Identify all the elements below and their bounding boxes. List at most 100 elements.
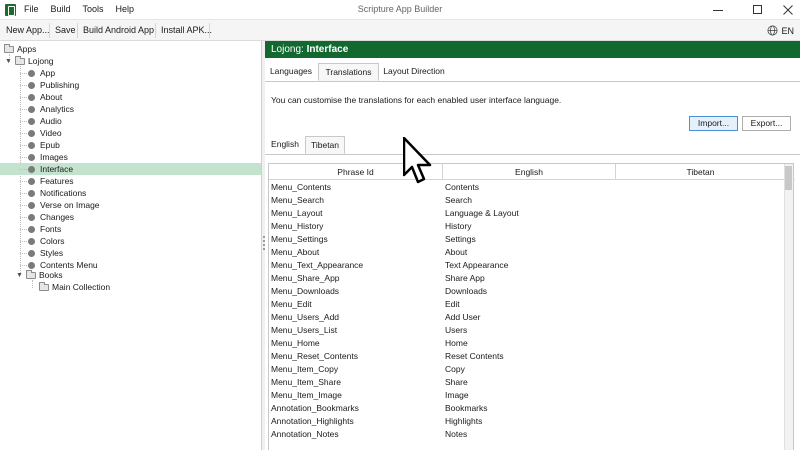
tibetan-cell[interactable]	[616, 389, 618, 402]
table-row[interactable]: Menu_Item_Share Share	[269, 376, 785, 389]
tree-item-main-collection[interactable]: Main Collection	[0, 281, 261, 293]
table-row[interactable]: Menu_Home Home	[269, 337, 785, 350]
english-cell: Search	[445, 195, 472, 205]
tree-item-changes[interactable]: Changes	[0, 211, 261, 223]
tree-item-colors[interactable]: Colors	[0, 235, 261, 247]
menu-build[interactable]: Build	[51, 4, 71, 14]
tibetan-cell[interactable]	[616, 376, 618, 389]
tree-item-publishing[interactable]: Publishing	[0, 79, 261, 91]
collapse-icon[interactable]: ▼	[5, 58, 12, 65]
table-row[interactable]: Menu_Item_Copy Copy	[269, 363, 785, 376]
table-row[interactable]: Menu_Users_Add Add User	[269, 311, 785, 324]
menu-file[interactable]: File	[24, 4, 39, 14]
tree-item-verse-on-image[interactable]: Verse on Image	[0, 199, 261, 211]
tab-tibetan[interactable]: Tibetan	[305, 136, 345, 154]
export-button[interactable]: Export...	[742, 116, 791, 131]
table-row[interactable]: Menu_Settings Settings	[269, 233, 785, 246]
tree-item-epub[interactable]: Epub	[0, 139, 261, 151]
close-button[interactable]	[773, 0, 800, 20]
import-button[interactable]: Import...	[689, 116, 738, 131]
tab-english[interactable]: English	[268, 136, 302, 154]
tibetan-cell[interactable]	[616, 259, 618, 272]
table-row[interactable]: Menu_Downloads Downloads	[269, 285, 785, 298]
node-bullet-icon	[28, 129, 35, 137]
tree-item-images[interactable]: Images	[0, 151, 261, 163]
table-row[interactable]: Menu_About About	[269, 246, 785, 259]
menu-help[interactable]: Help	[116, 4, 135, 14]
vertical-scrollbar[interactable]	[784, 164, 793, 450]
save-button[interactable]: Save	[53, 23, 78, 38]
tibetan-cell[interactable]	[616, 233, 618, 246]
tibetan-cell[interactable]	[616, 181, 618, 194]
tree-item-lojong[interactable]: ▼ Lojong	[0, 55, 261, 67]
tree-guide	[20, 145, 27, 146]
tree-item-audio[interactable]: Audio	[0, 115, 261, 127]
english-cell: Copy	[445, 364, 465, 374]
menu-tools[interactable]: Tools	[83, 4, 104, 14]
tree-item-apps[interactable]: Apps	[0, 43, 261, 55]
english-cell: Share App	[445, 273, 485, 283]
table-row[interactable]: Menu_Search Search	[269, 194, 785, 207]
minimize-button[interactable]	[703, 0, 733, 20]
node-bullet-icon	[28, 237, 35, 245]
tibetan-cell[interactable]	[616, 350, 618, 363]
new-app-button[interactable]: New App...	[4, 23, 52, 38]
tibetan-cell[interactable]	[616, 246, 618, 259]
tab-layout-direction[interactable]: Layout Direction	[379, 63, 449, 81]
page-title-app: Lojong:	[271, 44, 304, 55]
column-header-english[interactable]: English	[443, 164, 616, 180]
main-panel: Lojong: Interface Languages Translations…	[265, 41, 800, 450]
tree-item-features[interactable]: Features	[0, 175, 261, 187]
table-row[interactable]: Menu_Text_Appearance Text Appearance	[269, 259, 785, 272]
table-row[interactable]: Menu_Edit Edit	[269, 298, 785, 311]
tibetan-cell[interactable]	[616, 324, 618, 337]
tree-item-books[interactable]: ▼ Books	[0, 269, 261, 281]
table-row[interactable]: Menu_Users_List Users	[269, 324, 785, 337]
tibetan-cell[interactable]	[616, 428, 618, 441]
phrase-id-cell: Menu_Search	[271, 195, 324, 205]
table-row[interactable]: Annotation_Notes Notes	[269, 428, 785, 441]
tab-translations[interactable]: Translations	[318, 63, 379, 81]
phrase-id-cell: Menu_Text_Appearance	[271, 260, 364, 270]
tree-label: Books	[39, 270, 63, 280]
collapse-icon[interactable]: ▼	[16, 272, 23, 279]
tibetan-cell[interactable]	[616, 311, 618, 324]
table-row[interactable]: Menu_Layout Language & Layout	[269, 207, 785, 220]
language-button[interactable]: EN	[767, 23, 794, 38]
english-cell: Users	[445, 325, 468, 335]
tree-item-analytics[interactable]: Analytics	[0, 103, 261, 115]
tree-item-styles[interactable]: Styles	[0, 247, 261, 259]
tibetan-cell[interactable]	[616, 285, 618, 298]
tree-item-app[interactable]: App	[0, 67, 261, 79]
tree-item-fonts[interactable]: Fonts	[0, 223, 261, 235]
tree-item-video[interactable]: Video	[0, 127, 261, 139]
table-row[interactable]: Annotation_Bookmarks Bookmarks	[269, 402, 785, 415]
table-row[interactable]: Annotation_Highlights Highlights	[269, 415, 785, 428]
tree-item-interface[interactable]: Interface	[0, 163, 261, 175]
tree-item-about[interactable]: About	[0, 91, 261, 103]
column-header-tibetan[interactable]: Tibetan	[616, 164, 785, 180]
tree-item-notifications[interactable]: Notifications	[0, 187, 261, 199]
tibetan-cell[interactable]	[616, 194, 618, 207]
tibetan-cell[interactable]	[616, 207, 618, 220]
maximize-button[interactable]	[743, 0, 773, 20]
phrase-id-cell: Menu_Item_Share	[271, 377, 341, 387]
tibetan-cell[interactable]	[616, 220, 618, 233]
install-apk-button[interactable]: Install APK...	[159, 23, 214, 38]
scrollbar-thumb[interactable]	[785, 166, 792, 190]
phrase-id-cell: Menu_Layout	[271, 208, 323, 218]
tibetan-cell[interactable]	[616, 402, 618, 415]
table-row[interactable]: Menu_Reset_Contents Reset Contents	[269, 350, 785, 363]
build-android-app-button[interactable]: Build Android App	[81, 23, 156, 38]
tree-guide	[20, 229, 27, 230]
tibetan-cell[interactable]	[616, 363, 618, 376]
table-row[interactable]: Menu_History History	[269, 220, 785, 233]
table-row[interactable]: Menu_Share_App Share App	[269, 272, 785, 285]
tibetan-cell[interactable]	[616, 298, 618, 311]
table-row[interactable]: Menu_Contents Contents	[269, 181, 785, 194]
tibetan-cell[interactable]	[616, 272, 618, 285]
table-row[interactable]: Menu_Item_Image Image	[269, 389, 785, 402]
tibetan-cell[interactable]	[616, 337, 618, 350]
tibetan-cell[interactable]	[616, 415, 618, 428]
tab-languages[interactable]: Languages	[265, 63, 317, 81]
